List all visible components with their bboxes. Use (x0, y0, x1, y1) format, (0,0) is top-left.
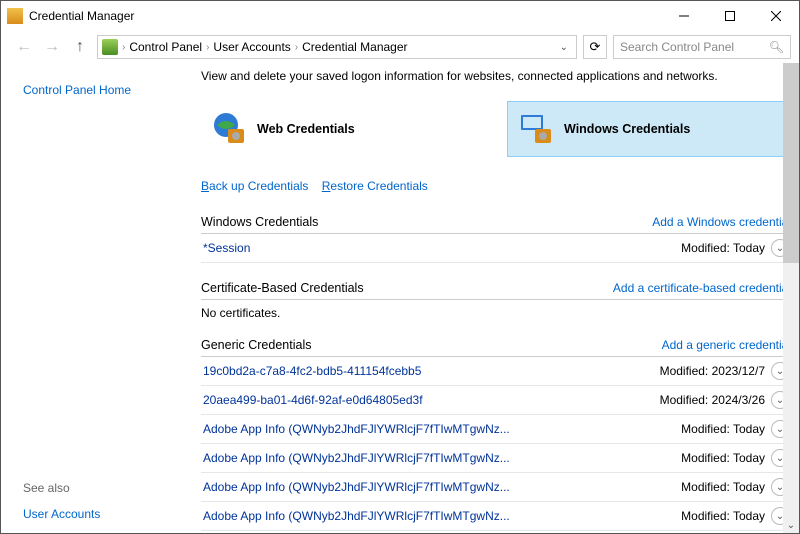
credential-name: Adobe App Info (QWNyb2JhdFJlYWRlcjF7fTIw… (203, 509, 510, 523)
address-bar[interactable]: › Control Panel › User Accounts › Creden… (97, 35, 577, 59)
main-pane: View and delete your saved logon informa… (201, 63, 799, 533)
minimize-icon (679, 11, 689, 21)
credential-name: Adobe App Info (QWNyb2JhdFJlYWRlcjF7fTIw… (203, 480, 510, 494)
chevron-right-icon: › (295, 42, 298, 53)
certificate-credentials-section: Certificate-Based Credentials Add a cert… (201, 281, 791, 320)
add-windows-credential-link[interactable]: Add a Windows credential (652, 215, 791, 229)
page-description: View and delete your saved logon informa… (201, 69, 791, 83)
tile-label: Web Credentials (257, 122, 355, 136)
windows-credentials-tile[interactable]: Windows Credentials (507, 101, 791, 157)
credential-row[interactable]: Adobe App Info (QWNyb2JhdFJlYWRlcjF7fTIw… (201, 473, 791, 502)
window-title: Credential Manager (29, 9, 134, 23)
up-button[interactable]: ↑ (69, 38, 91, 56)
refresh-button[interactable]: ⟳ (583, 35, 607, 59)
refresh-icon: ⟳ (590, 39, 601, 55)
scrollbar-thumb[interactable] (783, 63, 799, 263)
add-generic-credential-link[interactable]: Add a generic credential (662, 338, 791, 352)
credential-name: Adobe App Info (QWNyb2JhdFJlYWRlcjF7fTIw… (203, 451, 510, 465)
add-certificate-credential-link[interactable]: Add a certificate-based credential (613, 281, 791, 295)
globe-vault-icon (211, 111, 247, 147)
credential-row[interactable]: 20aea499-ba01-4d6f-92af-e0d64805ed3f Modi… (201, 386, 791, 415)
credential-modified: Modified: Today (681, 241, 771, 255)
web-credentials-tile[interactable]: Web Credentials (201, 101, 483, 157)
credential-name: 20aea499-ba01-4d6f-92af-e0d64805ed3f (203, 393, 423, 407)
credential-modified: Modified: 2023/12/7 (660, 364, 771, 378)
title-bar: Credential Manager (1, 1, 799, 31)
breadcrumb-part[interactable]: User Accounts (213, 40, 290, 54)
section-title: Generic Credentials (201, 338, 311, 352)
search-input[interactable]: Search Control Panel 🔍︎ (613, 35, 791, 59)
credential-row[interactable]: Adobe App Info (QWNyb2JhdFJlYWRlcjF7fTIw… (201, 415, 791, 444)
credential-name: *Session (203, 241, 250, 255)
back-button[interactable]: ← (13, 38, 35, 56)
app-icon (7, 8, 23, 24)
monitor-vault-icon (518, 111, 554, 147)
credential-row[interactable]: *Session Modified: Today ⌄ (201, 234, 791, 263)
search-placeholder: Search Control Panel (620, 40, 734, 54)
nav-bar: ← → ↑ › Control Panel › User Accounts › … (1, 31, 799, 63)
chevron-right-icon: › (206, 42, 209, 53)
forward-button[interactable]: → (41, 38, 63, 56)
credential-modified: Modified: Today (681, 451, 771, 465)
left-pane: Control Panel Home See also User Account… (1, 63, 201, 533)
chevron-right-icon: › (122, 42, 125, 53)
user-accounts-link[interactable]: User Accounts (23, 507, 187, 521)
content-area: Control Panel Home See also User Account… (1, 63, 799, 533)
scrollbar-down-icon[interactable]: ⌄ (783, 517, 799, 533)
credential-modified: Modified: 2024/3/26 (660, 393, 771, 407)
generic-credentials-section: Generic Credentials Add a generic creden… (201, 338, 791, 531)
address-dropdown-icon[interactable]: ⌄ (560, 42, 572, 53)
maximize-icon (725, 11, 735, 21)
close-button[interactable] (753, 1, 799, 31)
no-certificates-text: No certificates. (201, 300, 791, 320)
vertical-scrollbar[interactable]: ⌄ (783, 63, 799, 533)
breadcrumb-part[interactable]: Control Panel (129, 40, 202, 54)
breadcrumb-part[interactable]: Credential Manager (302, 40, 407, 54)
credential-row[interactable]: Adobe App Info (QWNyb2JhdFJlYWRlcjF7fTIw… (201, 502, 791, 531)
section-title: Certificate-Based Credentials (201, 281, 364, 295)
minimize-button[interactable] (661, 1, 707, 31)
backup-credentials-link[interactable]: Back up Credentials (201, 179, 308, 193)
see-also-label: See also (23, 481, 187, 495)
section-title: Windows Credentials (201, 215, 318, 229)
search-icon: 🔍︎ (769, 40, 784, 54)
windows-credentials-section: Windows Credentials Add a Windows creden… (201, 215, 791, 263)
credential-row[interactable]: Adobe App Info (QWNyb2JhdFJlYWRlcjF7fTIw… (201, 444, 791, 473)
credential-name: 19c0bd2a-c7a8-4fc2-bdb5-411154fcebb5 (203, 364, 421, 378)
control-panel-home-link[interactable]: Control Panel Home (23, 83, 187, 97)
maximize-button[interactable] (707, 1, 753, 31)
close-icon (771, 11, 781, 21)
credential-modified: Modified: Today (681, 509, 771, 523)
restore-credentials-link[interactable]: Restore Credentials (322, 179, 428, 193)
control-panel-icon (102, 39, 118, 55)
tile-label: Windows Credentials (564, 122, 690, 136)
credential-modified: Modified: Today (681, 480, 771, 494)
credential-modified: Modified: Today (681, 422, 771, 436)
credential-row[interactable]: 19c0bd2a-c7a8-4fc2-bdb5-411154fcebb5 Modi… (201, 357, 791, 386)
credential-name: Adobe App Info (QWNyb2JhdFJlYWRlcjF7fTIw… (203, 422, 510, 436)
